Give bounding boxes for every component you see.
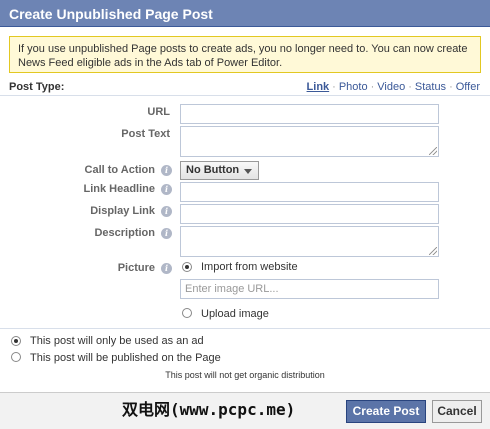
separator: · (408, 81, 412, 93)
link-headline-input[interactable] (180, 182, 439, 202)
info-icon[interactable]: i (161, 165, 172, 176)
display-link-label: Display Link (90, 205, 155, 217)
watermark: 双电网(www.pcpc.me) (122, 400, 296, 419)
upload-image-label: Upload image (201, 308, 269, 320)
description-textarea[interactable] (180, 226, 439, 257)
organic-distribution-note: This post will not get organic distribut… (165, 370, 325, 380)
post-type-status[interactable]: Status (415, 81, 446, 93)
divider (0, 328, 490, 329)
published-label: This post will be published on the Page (30, 352, 221, 364)
ad-only-label: This post will only be used as an ad (30, 335, 204, 347)
ad-only-radio[interactable] (11, 336, 21, 346)
cta-dropdown[interactable]: No Button (180, 161, 259, 180)
display-link-input[interactable] (180, 204, 439, 224)
cta-label: Call to Action (84, 164, 155, 176)
info-icon[interactable]: i (161, 263, 172, 274)
separator: · (370, 81, 375, 93)
post-type-offer[interactable]: Offer (456, 81, 480, 93)
post-type-link[interactable]: Link (307, 81, 330, 93)
import-from-website-radio[interactable] (182, 262, 192, 272)
separator: · (332, 81, 336, 93)
url-input[interactable] (180, 104, 439, 124)
post-text-label: Post Text (121, 128, 170, 140)
dialog-title: Create Unpublished Page Post (9, 6, 213, 22)
separator: · (449, 81, 453, 93)
cta-value: No Button (186, 164, 240, 176)
post-type-label: Post Type: (9, 81, 65, 93)
info-notice: If you use unpublished Page posts to cre… (9, 36, 481, 73)
resize-grip-icon[interactable] (429, 147, 437, 155)
divider (0, 95, 490, 96)
published-radio[interactable] (11, 352, 21, 362)
link-headline-label: Link Headline (83, 183, 155, 195)
cancel-button[interactable]: Cancel (432, 400, 482, 423)
info-icon[interactable]: i (161, 228, 172, 239)
post-type-photo[interactable]: Photo (339, 81, 368, 93)
post-type-video[interactable]: Video (377, 81, 405, 93)
resize-grip-icon[interactable] (429, 247, 437, 255)
post-type-selector: Link · Photo · Video · Status · Offer (307, 81, 480, 93)
dialog-titlebar: Create Unpublished Page Post (0, 0, 490, 27)
info-icon[interactable]: i (161, 184, 172, 195)
import-from-website-label: Import from website (201, 261, 298, 273)
post-text-textarea[interactable] (180, 126, 439, 157)
info-icon[interactable]: i (161, 206, 172, 217)
chevron-down-icon (244, 169, 252, 174)
description-label: Description (94, 227, 155, 239)
image-url-input[interactable]: Enter image URL... (180, 279, 439, 299)
upload-image-radio[interactable] (182, 308, 192, 318)
create-post-button[interactable]: Create Post (346, 400, 426, 423)
url-label: URL (147, 106, 170, 118)
picture-label: Picture (117, 262, 155, 274)
